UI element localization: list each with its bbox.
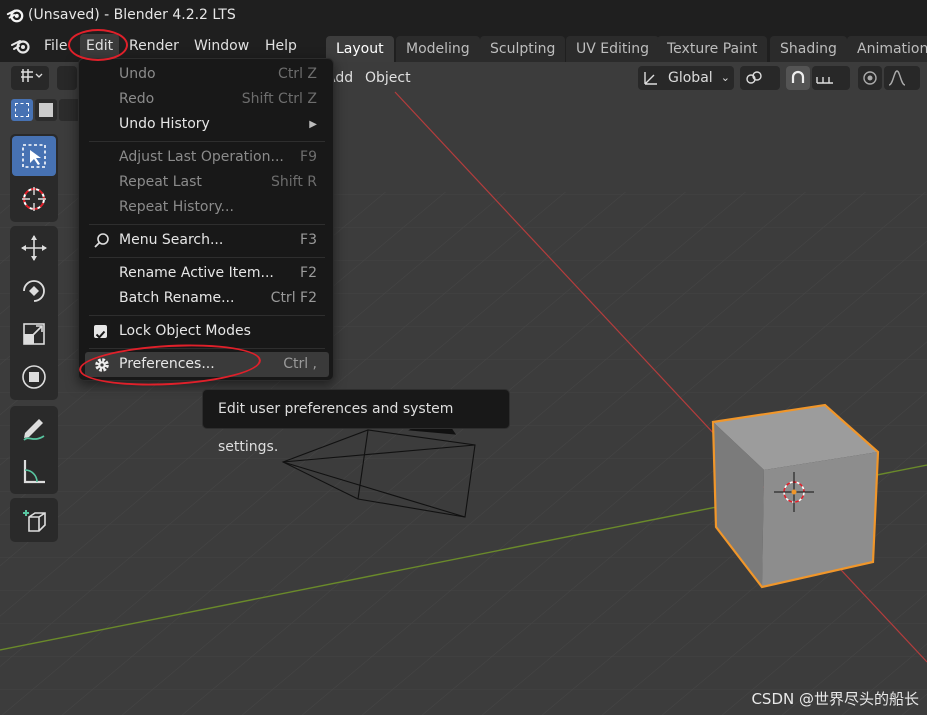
menu-render[interactable]: Render [123,34,185,58]
annotation-ring-edit [68,29,128,61]
falloff-dropdown[interactable] [884,66,920,90]
undo-history-label: Undo History [119,116,210,132]
redo-label: Redo [119,91,155,107]
blender-logo-icon [6,9,24,23]
editor-type-icon [21,69,43,82]
rename-active-shortcut: F2 [300,265,317,281]
window-title: (Unsaved) - Blender 4.2.2 LTS [28,7,236,23]
tab-modeling[interactable]: Modeling [396,36,480,62]
menu-item-undo[interactable]: Undo Ctrl Z [85,62,329,87]
tab-layout[interactable]: Layout [326,36,394,62]
magnet-icon [791,70,805,83]
tool-measure[interactable] [12,451,56,491]
toolbar-select-group [10,134,58,222]
falloff-curve-icon [888,70,906,86]
add-cube-icon [23,510,46,532]
title-bar: (Unsaved) - Blender 4.2.2 LTS [0,0,927,30]
menu-object[interactable]: Object [365,66,411,90]
repeat-history-label: Repeat History... [119,199,234,215]
blender-menu-icon[interactable] [10,37,32,55]
menu-item-rename-active[interactable]: Rename Active Item... F2 [85,261,329,286]
tab-texture-paint[interactable]: Texture Paint [657,36,768,62]
select-new-button[interactable] [11,99,33,121]
snap-target-dropdown[interactable] [812,66,850,90]
select-box-icon [15,103,29,117]
menu-item-repeat-last[interactable]: Repeat Last Shift R [85,170,329,195]
toolbar-annotate-group [10,406,58,494]
search-icon [94,233,109,248]
menu-item-redo[interactable]: Redo Shift Ctrl Z [85,87,329,112]
snap-increment-icon [816,77,833,84]
tab-uv-editing[interactable]: UV Editing [566,36,660,62]
tool-move[interactable] [12,228,56,268]
menu-search-shortcut: F3 [300,232,317,248]
tab-animation[interactable]: Animation [847,36,927,62]
menu-search-label: Menu Search... [119,232,224,248]
menu-separator [89,315,325,316]
repeat-last-shortcut: Shift R [271,174,317,190]
move-tool-icon [21,235,47,261]
annotate-pencil-icon [23,419,45,441]
menu-item-undo-history[interactable]: Undo History ▶ [85,112,329,137]
menu-item-batch-rename[interactable]: Batch Rename... Ctrl F2 [85,286,329,311]
menu-separator [89,224,325,225]
tool-scale[interactable] [12,314,56,354]
tool-cursor[interactable] [12,179,56,219]
toolbar-add-group [10,498,58,542]
cursor-tool-icon [22,187,46,211]
menu-item-adjust-last[interactable]: Adjust Last Operation... F9 [85,145,329,170]
batch-rename-shortcut: Ctrl F2 [270,290,317,306]
undo-label: Undo [119,66,156,82]
tool-select-box[interactable] [12,136,56,176]
checkbox-checked-icon[interactable] [94,325,107,339]
tab-shading[interactable]: Shading [770,36,847,62]
tooltip: Edit user preferences and system setting… [202,389,510,455]
tool-add-cube[interactable] [12,500,56,540]
batch-rename-label: Batch Rename... [119,290,235,306]
adjust-last-shortcut: F9 [300,149,317,165]
pivot-icon [746,71,762,84]
menu-separator [89,257,325,258]
snap-toggle[interactable] [786,66,810,90]
select-box-tool-icon [22,144,46,168]
orientation-value: Global [668,70,713,86]
editor-type-button[interactable] [11,66,49,90]
toolbar-transform-group [10,226,58,400]
chevron-down-icon: ⌄ [720,71,730,84]
pivot-point-dropdown[interactable] [740,66,780,90]
select-mode-group [11,98,81,122]
orientation-icon [644,72,657,85]
proportional-edit-toggle[interactable] [858,66,882,90]
measure-ruler-icon [23,460,45,484]
select-extend-icon [39,103,53,117]
redo-shortcut: Shift Ctrl Z [241,91,317,107]
lock-object-modes-label: Lock Object Modes [119,323,251,339]
undo-shortcut: Ctrl Z [278,66,317,82]
select-extend-button[interactable] [35,99,57,121]
menu-separator [89,141,325,142]
transform-tool-icon [22,365,46,389]
menu-item-repeat-history[interactable]: Repeat History... [85,195,329,220]
tool-annotate[interactable] [12,408,56,448]
menu-item-menu-search[interactable]: Menu Search... F3 [85,228,329,253]
tool-rotate[interactable] [12,271,56,311]
watermark: CSDN @世界尽头的船长 [751,690,919,708]
menu-item-lock-object-modes[interactable]: Lock Object Modes [85,319,329,344]
submenu-arrow-icon: ▶ [309,119,317,130]
rename-active-label: Rename Active Item... [119,265,274,281]
mode-button[interactable] [57,66,77,90]
edit-menu-dropdown: Undo Ctrl Z Redo Shift Ctrl Z Undo Histo… [78,58,334,381]
repeat-last-label: Repeat Last [119,174,202,190]
preferences-shortcut: Ctrl , [283,356,317,372]
menu-help[interactable]: Help [259,34,303,58]
menu-window[interactable]: Window [188,34,255,58]
rotate-tool-icon [23,280,45,302]
scale-tool-icon [23,323,45,345]
transform-orientation-dropdown[interactable]: Global ⌄ [638,66,734,90]
adjust-last-label: Adjust Last Operation... [119,149,284,165]
tool-transform[interactable] [12,357,56,397]
proportional-edit-icon [863,71,877,85]
tab-sculpting[interactable]: Sculpting [480,36,566,62]
